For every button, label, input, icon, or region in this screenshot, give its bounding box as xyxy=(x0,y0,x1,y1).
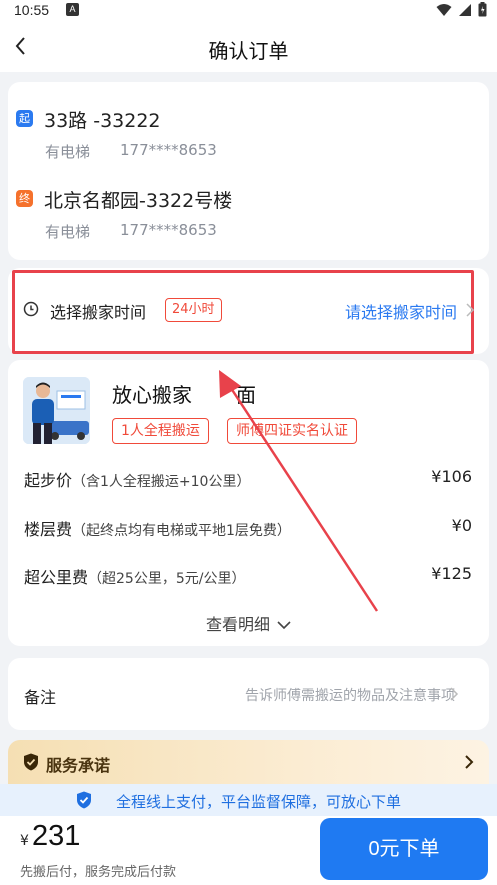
end-phone: 177****8653 xyxy=(120,221,217,239)
service-tag-certified: 师傅四证实名认证 xyxy=(227,418,357,444)
price-note: （起终点均有电梯或平地1层免费） xyxy=(72,523,291,539)
status-bar: 10:55 A xyxy=(0,0,497,22)
guarantee-text: 全程线上支付，平台监督保障，可放心下单 xyxy=(115,793,401,811)
chevron-right-icon xyxy=(466,303,475,317)
price-value: ¥106 xyxy=(431,467,472,486)
moving-time-selector[interactable]: 请选择搬家时间 xyxy=(345,299,457,323)
total-price: 231 xyxy=(32,820,81,852)
nav-bar: 确认订单 xyxy=(0,22,497,72)
service-name: 放心搬家 xyxy=(112,383,192,407)
currency-symbol: ¥ xyxy=(20,833,29,849)
start-elevator: 有电梯 xyxy=(45,143,91,161)
wifi-icon xyxy=(436,3,452,16)
remark-input[interactable]: 告诉师傅需搬运的物品及注意事项 xyxy=(245,685,455,705)
page-title: 确认订单 xyxy=(208,39,289,63)
place-order-button[interactable]: 0元下单 xyxy=(320,818,488,880)
chevron-right-icon xyxy=(465,755,474,769)
price-value: ¥0 xyxy=(451,516,472,535)
start-phone: 177****8653 xyxy=(120,141,217,159)
end-address-title: 北京名都园-3322号楼 xyxy=(44,190,233,212)
end-badge: 终 xyxy=(16,190,33,207)
signal-icon xyxy=(459,3,471,16)
service-name-suffix: 面 xyxy=(236,383,256,407)
status-icons xyxy=(436,2,487,17)
price-note: （超25公里，5元/公里） xyxy=(88,571,246,587)
service-promise-title: 服务承诺 xyxy=(46,756,111,775)
price-row-distance: 超公里费（超25公里，5元/公里） ¥125 xyxy=(24,564,472,587)
notification-icon: A xyxy=(66,3,79,16)
shield-icon xyxy=(24,753,38,771)
worker-illustration xyxy=(23,377,90,444)
price-note: （含1人全程搬运+10公里） xyxy=(72,474,251,490)
battery-icon xyxy=(478,2,487,17)
24h-tag: 24小时 xyxy=(165,298,222,322)
status-time: 10:55 xyxy=(14,2,50,18)
price-row-base: 起步价（含1人全程搬运+10公里） ¥106 xyxy=(24,467,472,490)
price-label: 楼层费 xyxy=(24,520,73,539)
start-address-title: 33路 -33222 xyxy=(44,110,161,132)
price-label: 超公里费 xyxy=(24,568,89,587)
price-row-floor: 楼层费（起终点均有电梯或平地1层免费） ¥0 xyxy=(24,516,472,539)
payment-note: 先搬后付，服务完成后付款 xyxy=(20,865,177,880)
price-label: 起步价 xyxy=(24,471,73,490)
start-badge: 起 xyxy=(16,110,33,127)
remark-label: 备注 xyxy=(24,688,57,707)
view-details-label: 查看明细 xyxy=(205,615,270,634)
service-tag-full-move: 1人全程搬运 xyxy=(112,418,209,444)
chevron-down-icon xyxy=(277,621,291,630)
end-elevator: 有电梯 xyxy=(45,223,91,241)
moving-time-label: 选择搬家时间 xyxy=(50,303,147,322)
service-image xyxy=(23,377,90,444)
price-value: ¥125 xyxy=(431,564,472,583)
clock-icon xyxy=(23,301,39,317)
view-details-link[interactable]: 查看明细 xyxy=(0,611,497,635)
chevron-right-icon xyxy=(450,687,459,701)
